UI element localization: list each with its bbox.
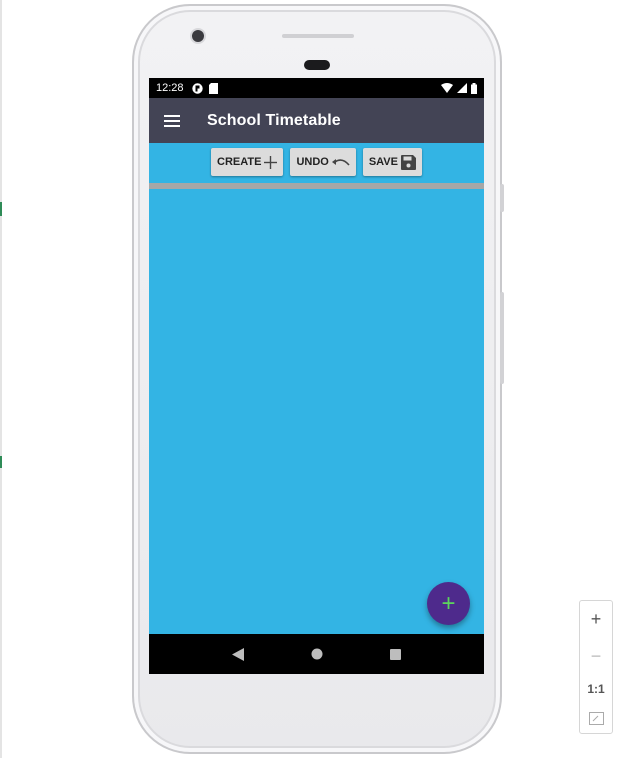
system-navigation-bar — [149, 634, 484, 674]
zoom-in-button[interactable]: + — [591, 609, 602, 630]
app-bar: School Timetable — [149, 98, 484, 143]
status-bar: 12:28 — [149, 78, 484, 98]
sd-card-icon — [208, 82, 218, 94]
status-icons — [441, 82, 477, 94]
main-content: CREATE UNDO SAVE + — [149, 143, 484, 634]
notification-icon — [191, 82, 203, 94]
signal-icon — [457, 83, 467, 93]
fit-screen-icon — [588, 712, 604, 726]
add-fab-button[interactable]: + — [427, 582, 470, 625]
undo-icon — [331, 156, 350, 168]
hamburger-icon — [164, 114, 180, 127]
emulator-left-edge — [0, 0, 2, 758]
volume-rocker[interactable] — [500, 292, 504, 384]
undo-button[interactable]: UNDO — [290, 148, 356, 176]
status-time: 12:28 — [156, 82, 184, 94]
save-button-label: SAVE — [368, 156, 398, 168]
create-button-label: CREATE — [217, 156, 262, 168]
device-screen: 12:28 School Timetable CREATE UNDO SAVE … — [149, 78, 484, 674]
save-button[interactable]: SAVE — [362, 148, 422, 176]
create-button[interactable]: CREATE — [211, 148, 284, 176]
zoom-controls: + − 1:1 — [579, 600, 613, 734]
action-toolbar: CREATE UNDO SAVE — [149, 148, 484, 178]
page-title: School Timetable — [207, 111, 341, 129]
plus-icon: + — [441, 589, 456, 617]
battery-icon — [471, 82, 477, 94]
zoom-out-button[interactable]: − — [591, 646, 602, 667]
actual-size-button[interactable]: 1:1 — [587, 682, 604, 696]
edge-marker — [0, 202, 2, 216]
earpiece — [304, 60, 330, 70]
wifi-icon — [441, 83, 453, 93]
toolbar-divider — [149, 183, 484, 189]
power-button[interactable] — [500, 184, 504, 212]
undo-button-label: UNDO — [296, 156, 329, 168]
front-camera — [192, 30, 204, 42]
navigation-drawer-button[interactable] — [149, 98, 195, 143]
back-button[interactable] — [232, 647, 245, 661]
fit-screen-button[interactable] — [588, 712, 604, 726]
plus-icon — [264, 155, 278, 169]
edge-marker — [0, 456, 2, 468]
home-button[interactable] — [311, 648, 323, 660]
top-speaker — [282, 34, 354, 38]
floppy-disk-icon — [400, 154, 416, 170]
recents-button[interactable] — [389, 648, 401, 660]
